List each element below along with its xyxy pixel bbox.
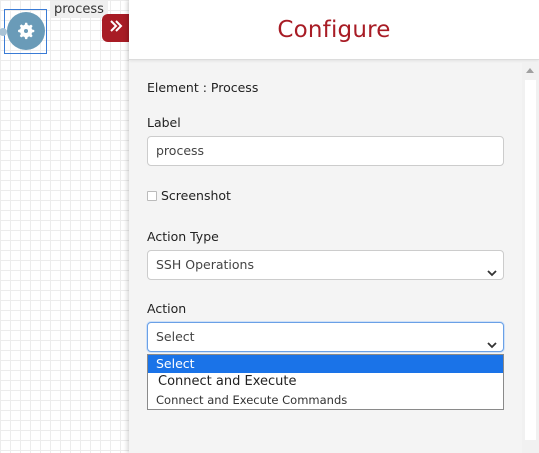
- workflow-canvas[interactable]: process: [0, 0, 130, 453]
- action-label: Action: [147, 301, 187, 316]
- action-type-label: Action Type: [147, 229, 219, 244]
- label-input[interactable]: process: [147, 136, 504, 166]
- double-chevron-right-icon: [109, 19, 123, 38]
- action-dropdown-list: Select Connect and Execute Connect and E…: [147, 354, 504, 410]
- process-node[interactable]: [0, 9, 47, 54]
- action-value: Select: [156, 329, 195, 344]
- action-type-select[interactable]: SSH Operations: [147, 250, 504, 280]
- label-field-label: Label: [147, 115, 181, 130]
- dropdown-group-connect-and-execute: Connect and Execute: [158, 374, 297, 389]
- action-type-value: SSH Operations: [156, 257, 254, 272]
- scroll-thumb[interactable]: [525, 80, 536, 440]
- panel-title: Configure: [277, 16, 391, 43]
- gear-icon: [7, 12, 45, 50]
- screenshot-checkbox[interactable]: [147, 190, 157, 201]
- dropdown-option-connect-and-execute-commands[interactable]: Connect and Execute Commands: [148, 391, 503, 409]
- scroll-up-icon[interactable]: [526, 68, 534, 73]
- collapse-panel-button[interactable]: [102, 14, 130, 42]
- dropdown-option-select[interactable]: Select: [148, 355, 503, 373]
- panel-scrollbar[interactable]: [522, 62, 539, 453]
- configure-panel: Configure Element : Process Label proces…: [129, 0, 539, 453]
- action-select[interactable]: Select: [147, 322, 504, 352]
- node-input-port[interactable]: [0, 28, 7, 36]
- element-type-text: Element : Process: [147, 80, 259, 95]
- screenshot-label: Screenshot: [161, 188, 231, 203]
- screenshot-row[interactable]: Screenshot: [147, 188, 231, 203]
- chevron-down-icon: [487, 260, 497, 288]
- panel-header: Configure: [129, 0, 539, 60]
- node-label: process: [50, 1, 108, 18]
